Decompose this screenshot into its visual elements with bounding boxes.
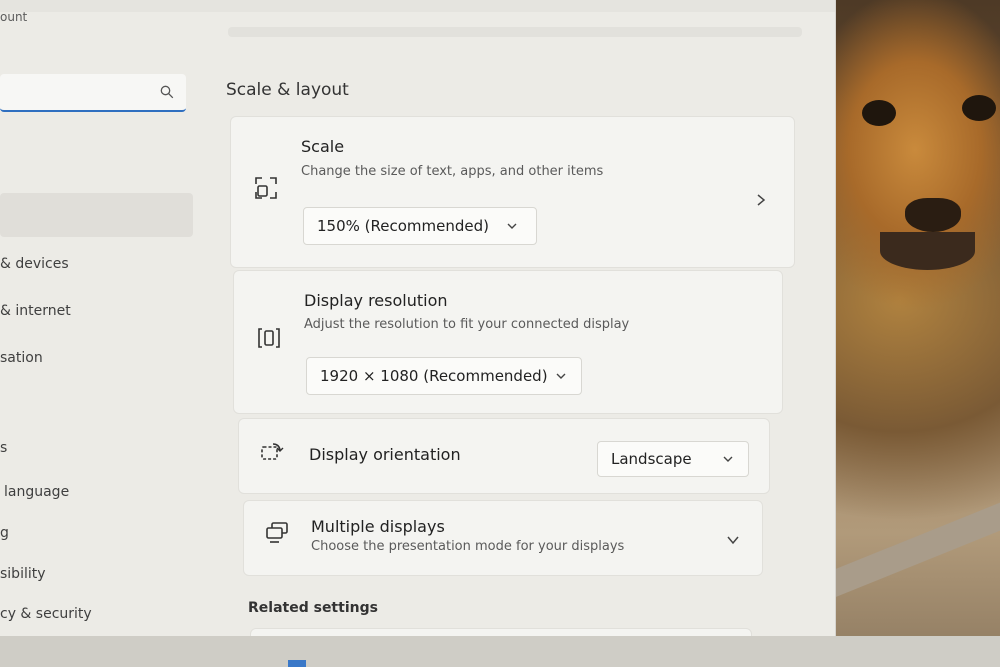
sidebar-item-accessibility[interactable]: sibility bbox=[0, 566, 46, 582]
multiple-displays-icon bbox=[266, 522, 288, 543]
display-orientation-dropdown[interactable]: Landscape bbox=[597, 441, 749, 477]
lion-mouth bbox=[880, 232, 975, 270]
orientation-icon bbox=[261, 443, 284, 460]
multiple-displays-title: Multiple displays bbox=[311, 517, 445, 536]
display-resolution-value: 1920 × 1080 (Recommended) bbox=[320, 367, 548, 385]
chevron-down-icon bbox=[507, 223, 517, 229]
scale-card[interactable]: Scale Change the size of text, apps, and… bbox=[230, 116, 795, 268]
taskbar-app-icon[interactable] bbox=[288, 660, 306, 667]
scale-icon bbox=[255, 177, 277, 199]
multiple-displays-subtitle: Choose the presentation mode for your di… bbox=[311, 539, 625, 554]
lion-nose bbox=[905, 198, 961, 232]
chevron-down-icon bbox=[723, 456, 733, 462]
section-title: Scale & layout bbox=[226, 80, 349, 100]
chevron-right-icon bbox=[757, 194, 766, 206]
chevron-down-icon bbox=[727, 536, 739, 545]
resolution-icon bbox=[258, 328, 280, 348]
scale-subtitle: Change the size of text, apps, and other… bbox=[301, 164, 604, 179]
display-resolution-title: Display resolution bbox=[304, 291, 448, 310]
window-header-area bbox=[0, 0, 835, 12]
sidebar-item-time-language[interactable]: language bbox=[4, 484, 69, 500]
lion-eye-left bbox=[862, 100, 896, 126]
sidebar-item-network[interactable]: & internet bbox=[0, 303, 71, 319]
account-label: ount bbox=[0, 10, 28, 24]
sidebar-item-selected[interactable] bbox=[0, 193, 193, 237]
sidebar-item-gaming[interactable]: g bbox=[0, 525, 9, 541]
scale-title: Scale bbox=[301, 137, 345, 156]
display-resolution-dropdown[interactable]: 1920 × 1080 (Recommended) bbox=[306, 357, 582, 395]
lion-eye-right bbox=[962, 95, 996, 121]
scale-dropdown[interactable]: 150% (Recommended) bbox=[303, 207, 537, 245]
search-icon bbox=[160, 85, 174, 99]
display-resolution-card: Display resolution Adjust the resolution… bbox=[233, 270, 783, 414]
sidebar-item-privacy-security[interactable]: cy & security bbox=[0, 606, 92, 622]
display-orientation-title: Display orientation bbox=[309, 445, 461, 464]
display-orientation-value: Landscape bbox=[611, 450, 692, 468]
sidebar-item-devices[interactable]: & devices bbox=[0, 256, 69, 272]
scale-dropdown-value: 150% (Recommended) bbox=[317, 217, 489, 235]
display-resolution-subtitle: Adjust the resolution to fit your connec… bbox=[304, 317, 630, 332]
sidebar-item-apps[interactable]: s bbox=[0, 440, 7, 456]
multiple-displays-card[interactable]: Multiple displays Choose the presentatio… bbox=[243, 500, 763, 576]
settings-window: ount & devices & internet sation s langu… bbox=[0, 0, 836, 650]
previous-card-edge bbox=[228, 27, 802, 37]
search-input[interactable] bbox=[0, 74, 186, 112]
chevron-down-icon bbox=[556, 373, 566, 379]
related-settings-title: Related settings bbox=[248, 600, 378, 616]
display-orientation-card: Display orientation Landscape bbox=[238, 418, 770, 494]
taskbar bbox=[0, 636, 1000, 667]
sidebar-item-personalisation[interactable]: sation bbox=[0, 350, 43, 366]
